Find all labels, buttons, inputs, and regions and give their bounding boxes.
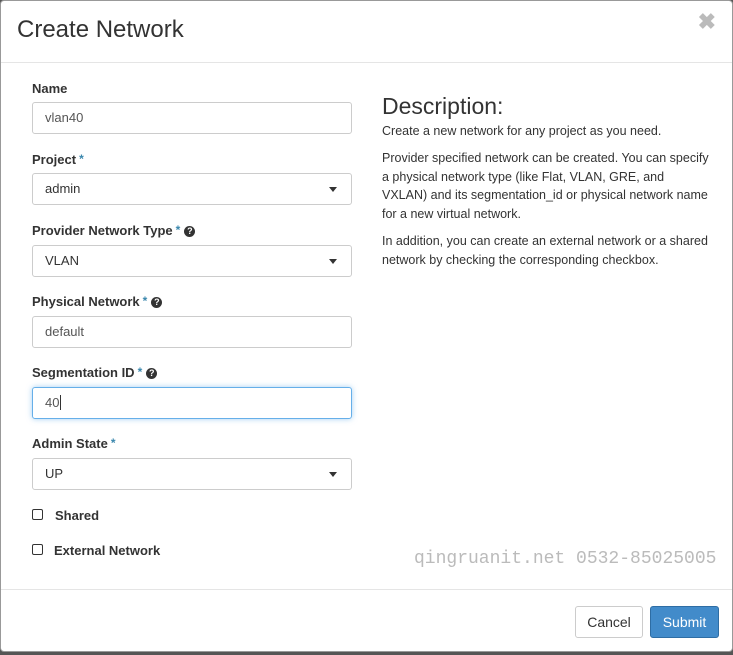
project-label: Project * xyxy=(32,152,84,167)
description-paragraph: In addition, you can create an external … xyxy=(382,234,708,267)
description-panel: Description: Create a new network for an… xyxy=(382,93,712,278)
caret-down-icon xyxy=(329,259,337,264)
external-network-label: External Network xyxy=(54,543,161,558)
text-cursor xyxy=(60,395,62,410)
name-input[interactable]: vlan40 xyxy=(32,102,352,134)
description-title: Description: xyxy=(382,93,504,119)
project-select[interactable]: admin xyxy=(32,173,352,205)
admin-state-select[interactable]: UP xyxy=(32,458,352,490)
watermark: qingruanit.net 0532-85025005 xyxy=(414,549,717,569)
name-label: Name xyxy=(32,81,68,96)
description-paragraph: Create a new network for any project as … xyxy=(382,123,662,138)
provider-network-type-select[interactable]: VLAN xyxy=(32,245,352,277)
dialog-title: Create Network xyxy=(17,16,184,43)
description-paragraph: Provider specified network can be create… xyxy=(382,151,709,221)
external-network-checkbox[interactable] xyxy=(32,544,43,555)
physical-network-input[interactable]: default xyxy=(32,316,352,348)
header-divider xyxy=(1,62,732,63)
question-circle-icon[interactable]: ? xyxy=(184,226,196,237)
segmentation-id-input[interactable]: 40 xyxy=(32,387,352,419)
submit-button[interactable]: Submit xyxy=(650,606,719,638)
footer-divider xyxy=(1,589,732,590)
question-circle-icon[interactable]: ? xyxy=(151,297,163,308)
provider-network-type-label: Provider Network Type *? xyxy=(32,223,196,238)
admin-state-label: Admin State * xyxy=(32,436,116,451)
segmentation-id-label: Segmentation ID *? xyxy=(32,365,158,380)
create-network-dialog: Create Network ✖ Name vlan40 Project * ad… xyxy=(0,0,733,652)
shared-label: Shared xyxy=(55,508,100,523)
caret-down-icon xyxy=(329,472,337,477)
question-circle-icon[interactable]: ? xyxy=(146,368,158,379)
cancel-button[interactable]: Cancel xyxy=(575,606,643,638)
physical-network-label: Physical Network *? xyxy=(32,294,163,309)
shared-checkbox[interactable] xyxy=(32,509,43,520)
caret-down-icon xyxy=(329,187,337,192)
close-icon[interactable]: ✖ xyxy=(698,9,716,35)
